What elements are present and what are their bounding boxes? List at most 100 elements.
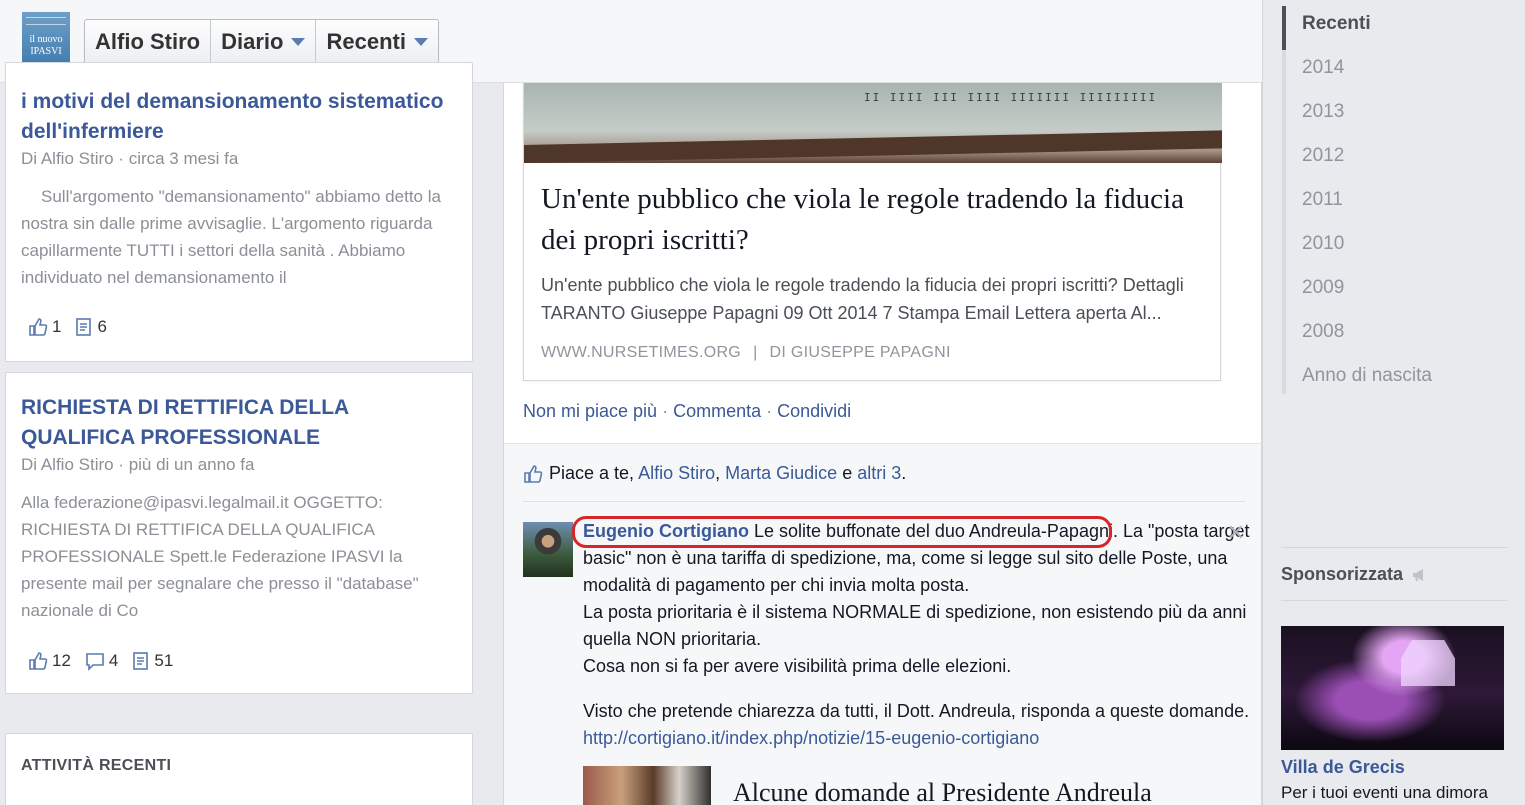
- timeline-post: II IIII III IIII IIIIIII IIIIIIIII Un'en…: [503, 83, 1262, 443]
- unlike-link[interactable]: Non mi piace più: [523, 401, 657, 421]
- like-count: 1: [52, 317, 62, 336]
- nav-label-diario: Diario: [221, 29, 284, 54]
- shared-link-preview[interactable]: II IIII III IIII IIIIIII IIIIIIIII Un'en…: [523, 83, 1222, 381]
- separator-dot: ·: [766, 401, 773, 421]
- comment-url-link[interactable]: http://cortigiano.it/index.php/notizie/1…: [583, 725, 1251, 752]
- thumbs-up-icon: [28, 651, 48, 671]
- avatar[interactable]: [523, 522, 573, 577]
- note-excerpt: Sull'argomento "demansionamento" abbiamo…: [21, 187, 441, 287]
- likes-prefix: Piace a te,: [549, 463, 635, 483]
- note-meta: Di Alfio Stiro · più di un anno fa: [21, 455, 255, 474]
- close-icon[interactable]: ✕: [1227, 520, 1245, 546]
- link-source-author: DI GIUSEPPE PAPAGNI: [769, 344, 951, 361]
- likes-and: e: [842, 463, 853, 483]
- logo-line1: il nuovo: [29, 34, 63, 45]
- ad-image-building: [1401, 640, 1455, 686]
- nav-button-recenti[interactable]: Recenti: [316, 20, 437, 64]
- likes-text: Piace a te, Alfio Stiro, Marta Giudice e…: [549, 463, 906, 484]
- liker-link[interactable]: Marta Giudice: [725, 463, 837, 483]
- comment-highlighted-text: Le solite buffonate del duo Andreula-Pap…: [754, 521, 1118, 541]
- other-likers-link[interactable]: altri 3: [857, 463, 901, 483]
- divider: [1281, 600, 1507, 601]
- note-title[interactable]: RICHIESTA DI RETTIFICA DELLA QUALIFICA P…: [21, 393, 461, 453]
- note-meta: Di Alfio Stiro · circa 3 mesi fa: [21, 149, 239, 168]
- view-stat: 6: [75, 317, 107, 337]
- nav-button-diario[interactable]: Diario: [211, 20, 317, 64]
- preview-image[interactable]: [583, 766, 711, 805]
- timeline-years: Recenti 2014 2013 2012 2011 2010 2009 20…: [1282, 6, 1432, 394]
- comment-author[interactable]: Eugenio Cortigiano: [583, 521, 749, 541]
- image-band: [524, 130, 1222, 163]
- logo-decoration: [26, 17, 66, 25]
- note-stats: 1 6: [28, 317, 107, 337]
- note-stats: 12 4 51: [28, 651, 173, 671]
- sponsored-header: Sponsorizzata: [1281, 564, 1427, 585]
- comment-body: Eugenio Cortigiano Le solite buffonate d…: [583, 518, 1251, 752]
- nav-button-profile[interactable]: Alfio Stiro: [85, 20, 212, 64]
- note-card-demansionamento: i motivi del demansionamento sistematico…: [5, 62, 473, 362]
- link-source-separator: |: [753, 344, 758, 361]
- link-title[interactable]: Un'ente pubblico che viola le regole tra…: [541, 179, 1211, 261]
- megaphone-icon: [1411, 567, 1427, 583]
- thumbs-up-icon: [28, 317, 48, 337]
- timeline-item-2012[interactable]: 2012: [1282, 138, 1402, 182]
- ad-text: Per i tuoi eventi una dimora: [1281, 783, 1488, 802]
- comment-icon: [85, 651, 105, 671]
- column-divider: [1262, 0, 1263, 805]
- like-stat[interactable]: 12: [28, 651, 71, 671]
- timeline-item-birth[interactable]: Anno di nascita: [1282, 358, 1472, 394]
- chevron-down-icon: [291, 38, 306, 46]
- logo-line2: IPASVI: [30, 46, 62, 57]
- timeline-item-2014[interactable]: 2014: [1282, 50, 1402, 94]
- divider: [1281, 547, 1507, 548]
- link-source: WWW.NURSETIMES.ORG | DI GIUSEPPE PAPAGNI: [541, 344, 951, 362]
- timeline-item-2009[interactable]: 2009: [1282, 270, 1402, 314]
- separator-dot: ·: [662, 401, 669, 421]
- like-stat[interactable]: 1: [28, 317, 61, 337]
- view-count: 6: [97, 317, 107, 336]
- timeline-item-2013[interactable]: 2013: [1282, 94, 1402, 138]
- ad-image[interactable]: [1281, 626, 1504, 750]
- note-excerpt: Alla federazione@ipasvi.legalmail.it OGG…: [21, 493, 419, 620]
- sponsored-title: Sponsorizzata: [1281, 564, 1404, 584]
- timeline-nav: Alfio Stiro Diario Recenti: [84, 19, 439, 65]
- recent-activity-title: ATTIVITÀ RECENTI: [21, 757, 172, 774]
- likes-period: .: [901, 463, 907, 483]
- document-icon: [75, 317, 93, 337]
- comment-stat[interactable]: 4: [85, 651, 118, 671]
- note-card-rettifica: RICHIESTA DI RETTIFICA DELLA QUALIFICA P…: [5, 372, 473, 694]
- likes-summary: Piace a te, Alfio Stiro, Marta Giudice e…: [523, 463, 906, 484]
- comment-para-3: Cosa non si fa per avere visibilità prim…: [583, 656, 1012, 676]
- timeline-item-2008[interactable]: 2008: [1282, 314, 1402, 358]
- post-feedback: Piace a te, Alfio Stiro, Marta Giudice e…: [503, 443, 1262, 805]
- link-source-site: WWW.NURSETIMES.ORG: [541, 344, 742, 361]
- nav-label-recenti: Recenti: [326, 29, 406, 54]
- document-icon: [132, 651, 150, 671]
- timeline-item-2011[interactable]: 2011: [1282, 182, 1402, 226]
- timeline-item-2010[interactable]: 2010: [1282, 226, 1402, 270]
- ad-title-link[interactable]: Villa de Grecis: [1281, 757, 1405, 778]
- view-count: 51: [154, 651, 174, 670]
- view-stat: 51: [132, 651, 173, 671]
- link-description: Un'ente pubblico che viola le regole tra…: [541, 275, 1184, 323]
- post-actions: Non mi piace più · Commenta · Condividi: [523, 401, 851, 422]
- thumbs-up-icon: [523, 464, 543, 484]
- likes-comma: ,: [715, 463, 721, 483]
- nav-label-profile: Alfio Stiro: [95, 29, 201, 54]
- comment-item: Eugenio Cortigiano Le solite buffonate d…: [523, 501, 1249, 805]
- comment-para-2: La posta prioritaria è il sistema NORMAL…: [583, 602, 1247, 649]
- timeline-item-recenti[interactable]: Recenti: [1282, 6, 1402, 50]
- preview-title[interactable]: Alcune domande al Presidente Andreula: [733, 778, 1152, 805]
- comment-link[interactable]: Commenta: [673, 401, 761, 421]
- link-preview-image[interactable]: II IIII III IIII IIIIIII IIIIIIIII: [524, 83, 1222, 163]
- comment-link-preview[interactable]: Alcune domande al Presidente Andreula: [583, 766, 1251, 805]
- liker-link[interactable]: Alfio Stiro: [638, 463, 715, 483]
- comment-para-1: Eugenio Cortigiano Le solite buffonate d…: [583, 518, 1251, 599]
- chevron-down-icon: [413, 38, 428, 46]
- note-title[interactable]: i motivi del demansionamento sistematico…: [21, 87, 461, 147]
- recent-activity-box: ATTIVITÀ RECENTI: [5, 733, 473, 805]
- like-count: 12: [52, 651, 71, 670]
- share-link[interactable]: Condividi: [777, 401, 851, 421]
- comment-count: 4: [108, 651, 119, 670]
